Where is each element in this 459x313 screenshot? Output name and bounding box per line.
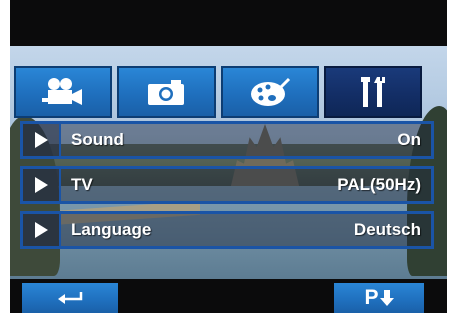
back-button[interactable] bbox=[22, 283, 118, 313]
menu-item-value: PAL(50Hz) bbox=[337, 175, 421, 194]
palette-icon bbox=[250, 77, 290, 106]
page-label: P bbox=[364, 286, 380, 309]
tab-setup[interactable] bbox=[323, 66, 422, 118]
menu-item-tv[interactable]: TV PAL(50Hz) bbox=[20, 166, 434, 204]
mode-tabs bbox=[14, 66, 422, 118]
camera-icon bbox=[148, 80, 185, 105]
movie-camera-icon bbox=[42, 78, 83, 105]
return-arrow-icon bbox=[58, 292, 83, 304]
menu-item-value: Deutsch bbox=[353, 220, 421, 239]
tools-icon bbox=[360, 77, 385, 107]
tab-photo[interactable] bbox=[117, 66, 216, 118]
tab-effects[interactable] bbox=[220, 66, 319, 118]
menu-item-language[interactable]: Language Deutsch bbox=[20, 211, 434, 249]
menu-item-label: Sound bbox=[71, 130, 124, 149]
menu-item-sound[interactable]: Sound On bbox=[20, 121, 434, 159]
play-arrow-icon bbox=[23, 169, 61, 201]
play-arrow-icon bbox=[23, 124, 61, 156]
settings-menu: Sound On TV PAL(50Hz) Language Deutsch bbox=[20, 121, 434, 256]
tab-movie[interactable] bbox=[14, 66, 113, 118]
menu-item-value: On bbox=[397, 130, 421, 149]
menu-item-label: TV bbox=[71, 175, 93, 194]
down-arrow-icon bbox=[379, 290, 394, 306]
play-arrow-icon bbox=[23, 214, 61, 246]
page-down-button[interactable]: P bbox=[334, 283, 424, 313]
menu-item-label: Language bbox=[71, 220, 152, 239]
